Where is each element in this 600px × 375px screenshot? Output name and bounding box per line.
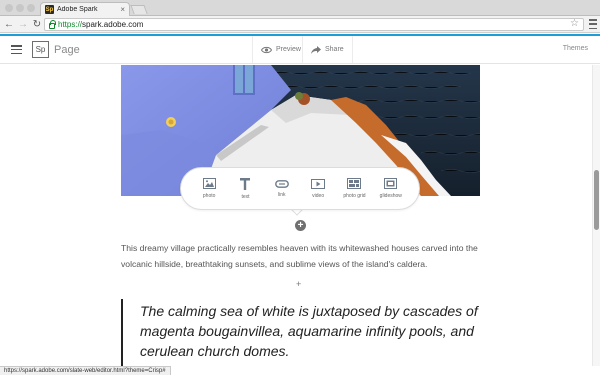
- spark-page-logo[interactable]: Sp: [32, 41, 49, 58]
- glideshow-icon: [384, 178, 398, 189]
- share-button[interactable]: Share: [302, 36, 353, 63]
- insert-link-label: link: [278, 191, 286, 198]
- insert-photo-grid-label: photo grid: [343, 193, 366, 199]
- insert-glideshow-button[interactable]: glideshow: [373, 178, 409, 199]
- eye-icon: [261, 46, 272, 53]
- pull-quote[interactable]: The calming sea of white is juxtaposed b…: [140, 301, 480, 361]
- window-minimize-button[interactable]: [16, 4, 24, 12]
- address-bar[interactable]: https://spark.adobe.com ☆: [44, 18, 584, 31]
- insert-video-button[interactable]: video: [300, 178, 336, 199]
- insert-text-button[interactable]: text: [227, 177, 263, 200]
- new-tab-button[interactable]: [130, 5, 148, 14]
- photo-grid-icon: [347, 178, 362, 189]
- browser-toolbar: ← → ↻ https://spark.adobe.com ☆: [0, 16, 600, 33]
- lock-icon: [49, 19, 56, 29]
- page-editor-canvas[interactable]: photo text link video photo grid glidesh…: [0, 65, 592, 366]
- scrollbar-thumb[interactable]: [594, 170, 599, 230]
- video-icon: [311, 178, 326, 189]
- app-header: Sp Page Preview Share Themes: [0, 36, 600, 64]
- link-icon: [274, 179, 289, 188]
- photo-icon: [202, 178, 216, 189]
- adobe-spark-favicon-icon: Sp: [45, 5, 54, 14]
- insert-photo-grid-button[interactable]: photo grid: [336, 178, 372, 199]
- browser-menu-icon[interactable]: [589, 19, 597, 29]
- themes-button[interactable]: Themes: [563, 45, 588, 52]
- text-icon: [240, 177, 251, 190]
- insert-photo-button[interactable]: photo: [191, 178, 227, 199]
- insert-link-button[interactable]: link: [264, 179, 300, 198]
- window-close-button[interactable]: [5, 4, 13, 12]
- preview-button[interactable]: Preview: [252, 36, 309, 63]
- reload-icon[interactable]: ↻: [31, 18, 43, 30]
- insert-photo-label: photo: [202, 193, 216, 199]
- share-arrow-icon: [311, 45, 321, 54]
- status-bar-url: https://spark.adobe.com/slate-web/editor…: [0, 366, 171, 375]
- bookmark-star-icon[interactable]: ☆: [570, 18, 579, 29]
- browser-tabstrip: Sp Adobe Spark ×: [0, 0, 600, 16]
- address-url[interactable]: https://spark.adobe.com: [58, 20, 143, 29]
- share-label: Share: [325, 46, 344, 53]
- quote-rule: [121, 299, 123, 366]
- body-paragraph[interactable]: This dreamy village practically resemble…: [121, 240, 486, 272]
- forward-arrow-icon[interactable]: →: [17, 18, 29, 30]
- insert-glideshow-label: glideshow: [379, 193, 402, 199]
- insert-text-label: text: [241, 193, 250, 200]
- insert-content-menu: photo text link video photo grid glidesh…: [180, 167, 420, 210]
- add-block-plus-button[interactable]: +: [296, 279, 301, 289]
- tab-close-icon[interactable]: ×: [120, 5, 125, 14]
- product-name: Page: [54, 44, 80, 56]
- insert-video-label: video: [312, 192, 325, 199]
- back-arrow-icon[interactable]: ←: [3, 18, 15, 30]
- tab-title: Adobe Spark: [57, 6, 98, 13]
- preview-label: Preview: [276, 46, 301, 53]
- url-scheme: https://: [58, 20, 83, 29]
- browser-tab-active[interactable]: Sp Adobe Spark ×: [40, 2, 130, 16]
- vertical-scrollbar[interactable]: [592, 65, 600, 366]
- add-content-button[interactable]: +: [295, 220, 306, 231]
- window-maximize-button[interactable]: [27, 4, 35, 12]
- hamburger-menu-icon[interactable]: [11, 45, 22, 54]
- url-host: spark.adobe.com: [82, 20, 144, 29]
